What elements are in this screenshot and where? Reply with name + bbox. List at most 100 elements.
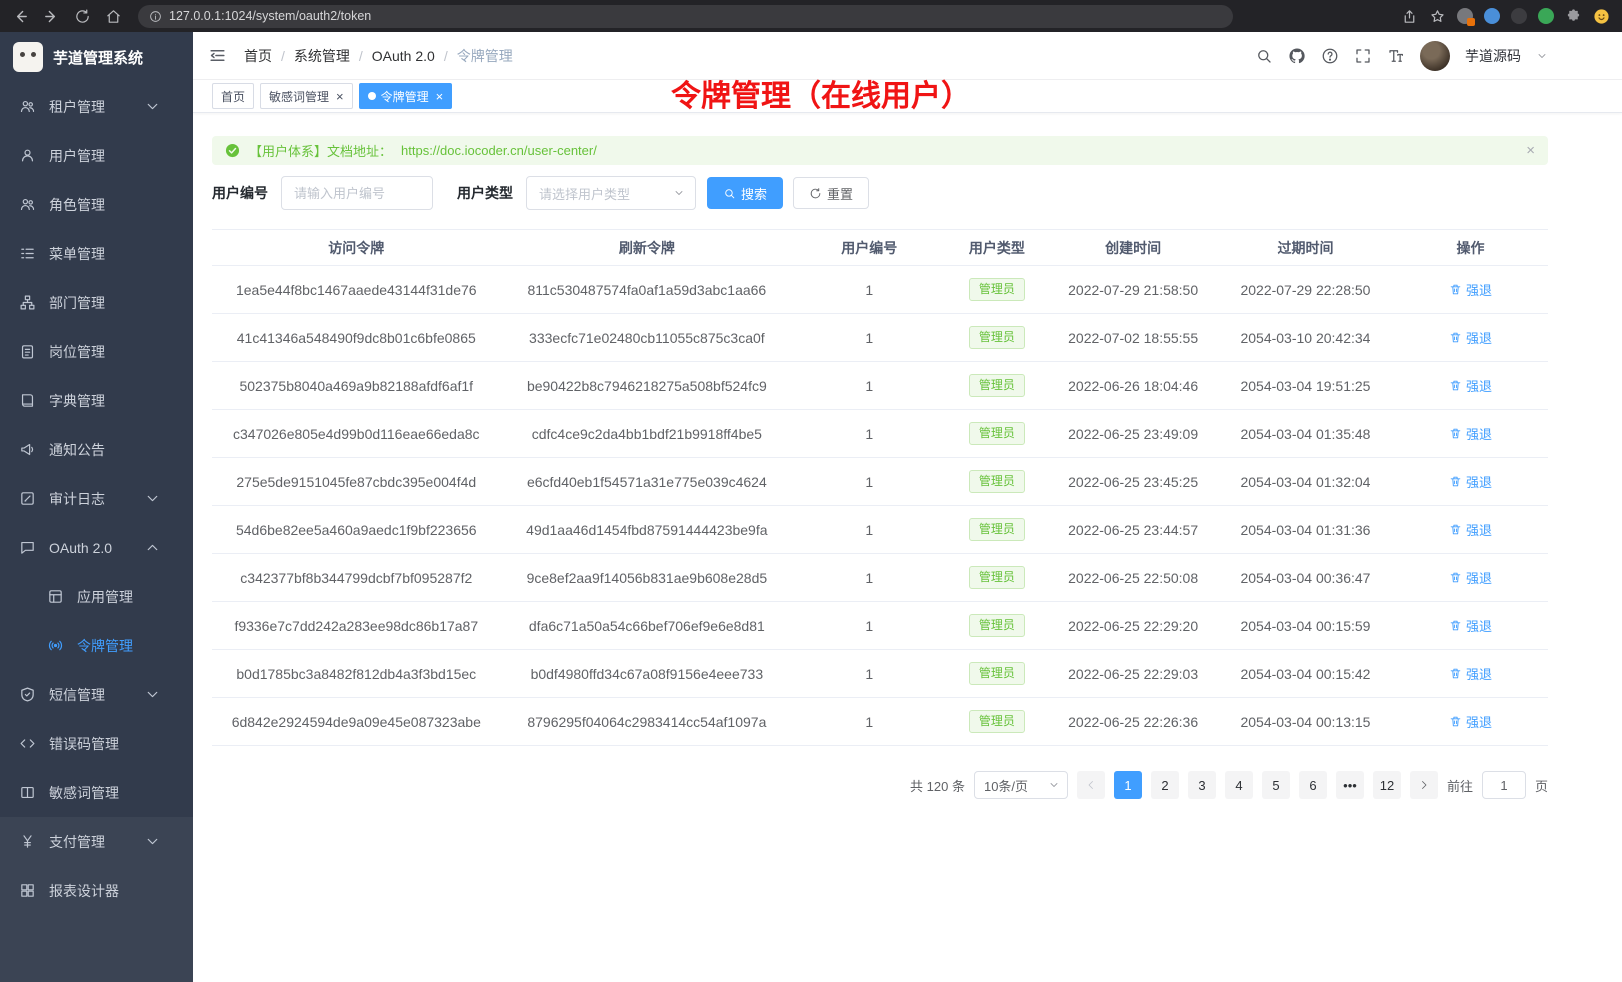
browser-chrome: 127.0.0.1:1024/system/oauth2/token [0,0,1622,32]
created-time-cell: 2022-06-25 22:29:03 [1048,666,1218,682]
browser-back-icon[interactable] [12,8,29,25]
alert-link[interactable]: https://doc.iocoder.cn/user-center/ [401,143,597,158]
force-logout-button[interactable]: 强退 [1449,520,1492,539]
table-row: 41c41346a548490f9dc8b01c6bfe0865 333ecfc… [212,314,1548,362]
sidebar-item[interactable]: 支付管理 [0,817,193,866]
fullscreen-icon[interactable] [1354,47,1372,65]
sidebar-item[interactable]: 通知公告 [0,425,193,474]
search-icon[interactable] [1255,47,1273,65]
sidebar-item-label: 敏感词管理 [49,783,119,803]
prev-page-button[interactable] [1077,771,1105,799]
user-type-tag: 管理员 [969,662,1025,684]
chevron-down-icon[interactable] [1536,50,1548,62]
page-size-select[interactable]: 10条/页 [974,771,1068,799]
sidebar-item[interactable]: 应用管理 [0,572,193,621]
breadcrumb-item[interactable]: 系统管理 [294,46,350,66]
user-type-tag: 管理员 [969,278,1025,300]
sidebar-item[interactable]: 报表设计器 [0,866,193,915]
sidebar-item[interactable]: 角色管理 [0,180,193,229]
sidebar-item[interactable]: 审计日志 [0,474,193,523]
force-logout-button[interactable]: 强退 [1449,664,1492,683]
search-button[interactable]: 搜索 [707,177,783,209]
breadcrumb-item[interactable]: 首页 [244,46,272,66]
force-logout-button[interactable]: 强退 [1449,280,1492,299]
extension-icon[interactable] [1511,8,1527,24]
force-logout-button[interactable]: 强退 [1449,616,1492,635]
column-header: 刷新令牌 [501,238,794,258]
sidebar-item[interactable]: 菜单管理 [0,229,193,278]
user-id-input[interactable] [281,176,433,210]
force-logout-button[interactable]: 强退 [1449,712,1492,731]
table-row: 502375b8040a469a9b82188afdf6af1f be90422… [212,362,1548,410]
created-time-cell: 2022-06-25 23:44:57 [1048,522,1218,538]
table-header-row: 访问令牌刷新令牌用户编号用户类型创建时间过期时间操作 [212,229,1548,266]
sidebar-item[interactable]: 敏感词管理 [0,768,193,817]
browser-home-icon[interactable] [105,8,122,25]
github-icon[interactable] [1288,47,1306,65]
page-ellipsis[interactable]: ••• [1336,771,1364,799]
url-bar[interactable]: 127.0.0.1:1024/system/oauth2/token [138,5,1233,28]
tree-icon [19,294,36,311]
page-button-2[interactable]: 2 [1151,771,1179,799]
sidebar-item[interactable]: 部门管理 [0,278,193,327]
sidebar-item[interactable]: OAuth 2.0 [0,523,193,572]
username[interactable]: 芋道源码 [1465,46,1521,66]
page-button-6[interactable]: 6 [1299,771,1327,799]
search-icon [723,187,736,200]
sidebar-item-label: OAuth 2.0 [49,540,112,556]
user-id-cell: 1 [793,426,945,442]
user-type-cell: 管理员 [945,374,1048,396]
sidebar-item[interactable]: 令牌管理 [0,621,193,670]
close-icon[interactable]: × [336,90,344,103]
sidebar-item[interactable]: 短信管理 [0,670,193,719]
force-logout-button[interactable]: 强退 [1449,328,1492,347]
user-type-select[interactable]: 请选择用户类型 [526,176,696,210]
sidebar-item[interactable]: 字典管理 [0,376,193,425]
close-icon[interactable]: × [436,90,444,103]
next-page-button[interactable] [1410,771,1438,799]
sidebar-item[interactable]: 错误码管理 [0,719,193,768]
user-type-tag: 管理员 [969,422,1025,444]
goto-page-input[interactable] [1482,771,1526,799]
bookmark-star-icon[interactable] [1429,8,1446,25]
page-button-4[interactable]: 4 [1225,771,1253,799]
sidebar-item[interactable]: 用户管理 [0,131,193,180]
sidebar-item-label: 角色管理 [49,195,105,215]
extension-icon[interactable] [1457,8,1473,24]
chevron-right-icon [1418,779,1430,791]
force-logout-button[interactable]: 强退 [1449,376,1492,395]
table-row: 1ea5e44f8bc1467aaede43144f31de76 811c530… [212,266,1548,314]
tab-首页[interactable]: 首页 [212,83,254,109]
browser-refresh-icon[interactable] [74,8,91,25]
user-id-cell: 1 [793,570,945,586]
page-button-12[interactable]: 12 [1373,771,1401,799]
force-logout-button[interactable]: 强退 [1449,472,1492,491]
sidebar-item[interactable]: 租户管理 [0,82,193,131]
breadcrumb-item[interactable]: OAuth 2.0 [372,48,435,64]
hamburger-icon[interactable] [208,46,227,65]
site-info-icon[interactable] [149,10,162,23]
extensions-puzzle-icon[interactable] [1565,8,1582,25]
tab-令牌管理[interactable]: 令牌管理× [359,83,453,109]
extension-icon[interactable] [1538,8,1554,24]
force-logout-button[interactable]: 强退 [1449,568,1492,587]
profile-avatar-icon[interactable] [1593,8,1610,25]
tab-label: 敏感词管理 [269,88,329,105]
force-logout-button[interactable]: 强退 [1449,424,1492,443]
browser-forward-icon[interactable] [43,8,60,25]
trash-icon [1449,523,1462,536]
page-button-3[interactable]: 3 [1188,771,1216,799]
font-size-icon[interactable] [1387,47,1405,65]
tab-敏感词管理[interactable]: 敏感词管理 × [260,83,353,109]
extension-icon[interactable] [1484,8,1500,24]
created-time-cell: 2022-06-26 18:04:46 [1048,378,1218,394]
help-icon[interactable] [1321,47,1339,65]
sidebar-item[interactable]: 岗位管理 [0,327,193,376]
user-avatar[interactable] [1420,41,1450,71]
page-button-5[interactable]: 5 [1262,771,1290,799]
action-cell: 强退 [1393,664,1548,683]
reset-button[interactable]: 重置 [793,177,869,209]
share-icon[interactable] [1401,8,1418,25]
page-button-1[interactable]: 1 [1114,771,1142,799]
alert-close-icon[interactable]: × [1526,142,1535,159]
